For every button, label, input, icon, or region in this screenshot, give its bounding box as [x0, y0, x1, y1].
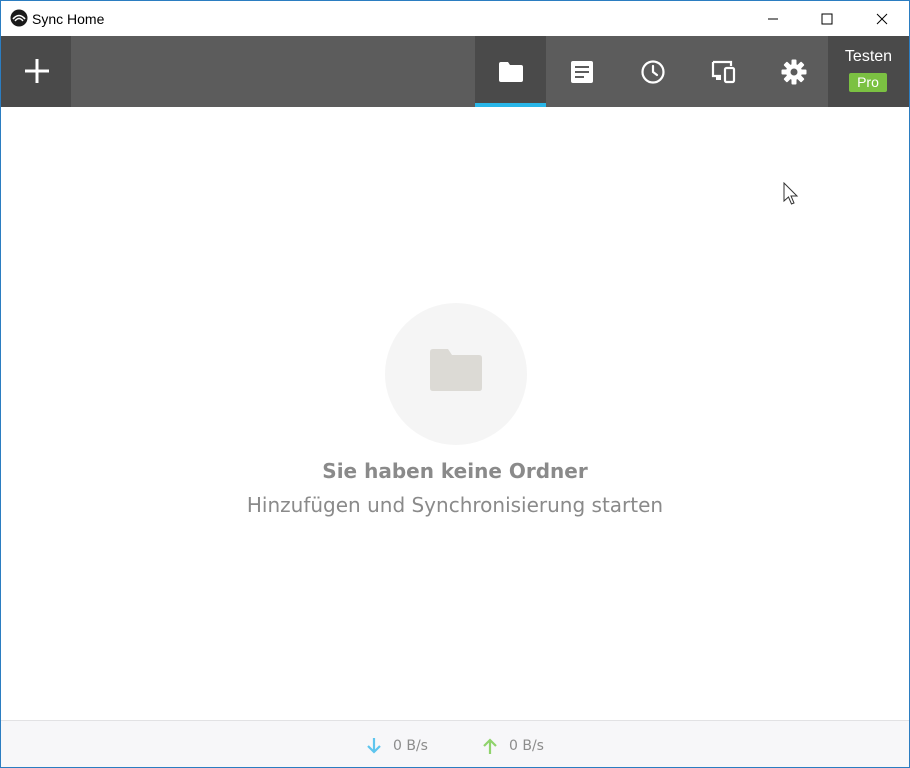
title-bar: Sync Home	[1, 1, 909, 36]
download-arrow-icon	[367, 738, 381, 754]
tab-notes[interactable]	[546, 36, 617, 107]
app-logo-icon	[10, 9, 28, 27]
status-bar: 0 B/s 0 B/s	[1, 720, 909, 767]
plus-icon	[25, 59, 49, 83]
upload-arrow-icon	[483, 738, 497, 754]
account-button[interactable]: Testen Pro	[828, 36, 909, 107]
tab-history[interactable]	[617, 36, 688, 107]
document-icon	[570, 60, 593, 83]
tab-folders[interactable]	[475, 36, 546, 107]
close-icon	[876, 13, 888, 24]
close-button[interactable]	[854, 1, 909, 36]
folder-icon	[498, 61, 523, 82]
maximize-icon	[821, 13, 833, 24]
account-name: Testen	[844, 48, 893, 65]
window-title: Sync Home	[32, 11, 105, 27]
add-folder-button[interactable]	[1, 36, 71, 107]
minimize-button[interactable]	[745, 1, 801, 36]
maximize-button[interactable]	[799, 1, 855, 36]
devices-icon	[711, 60, 735, 83]
empty-state-subtitle: Hinzufügen und Synchronisierung starten	[246, 493, 664, 517]
tab-settings[interactable]	[758, 36, 829, 107]
gear-icon	[781, 59, 806, 84]
folder-list-area: Sie haben keine Ordner Hinzufügen und Sy…	[1, 107, 909, 720]
tab-devices[interactable]	[688, 36, 759, 107]
app-window: Sync Home Testen Pro Sie haben keine Ord…	[0, 0, 910, 768]
folder-icon	[430, 349, 482, 391]
empty-state-illustration	[385, 303, 527, 445]
mouse-cursor-icon	[783, 182, 799, 205]
upload-rate: 0 B/s	[509, 738, 544, 754]
empty-state-title: Sie haben keine Ordner	[322, 459, 588, 483]
minimize-icon	[768, 18, 778, 19]
main-toolbar: Testen Pro	[1, 36, 909, 107]
clock-icon	[640, 59, 665, 84]
pro-badge: Pro	[849, 73, 887, 92]
download-rate: 0 B/s	[393, 738, 428, 754]
